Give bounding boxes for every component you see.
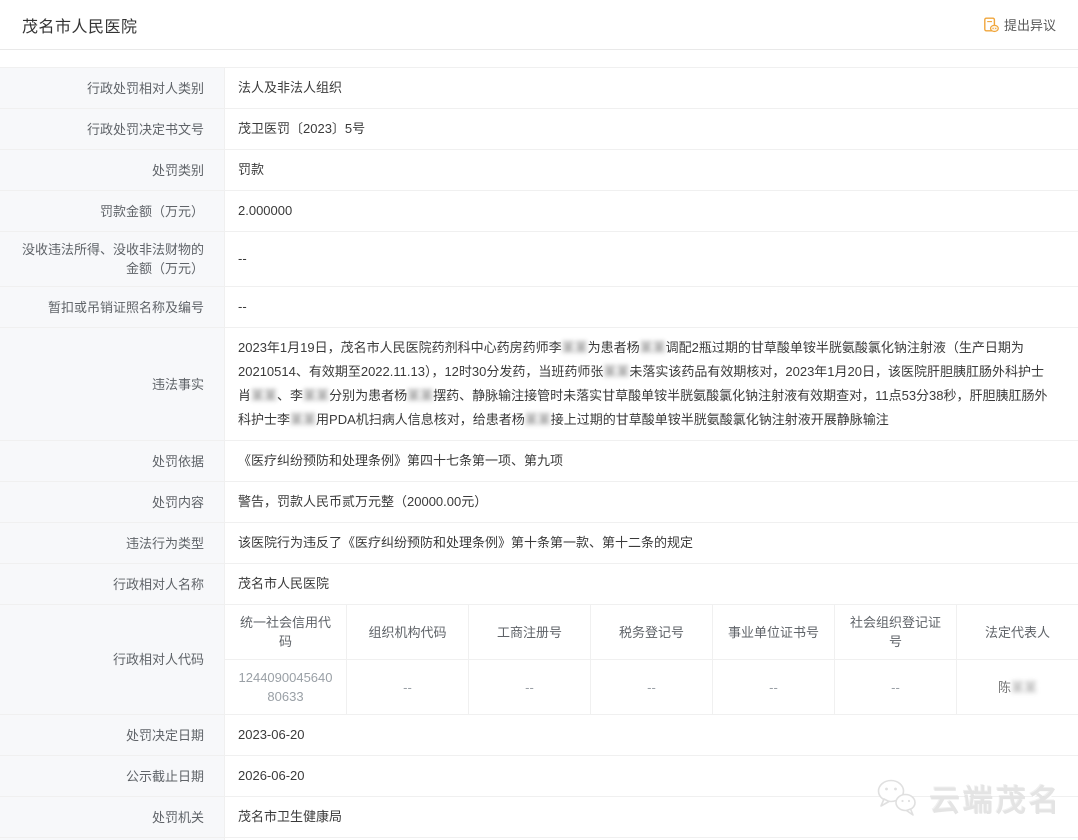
social-org-registration-no: -- <box>835 660 957 714</box>
row-value: 2026-06-20 <box>225 756 1078 796</box>
row-label: 行政处罚决定书文号 <box>0 109 225 149</box>
column-header: 组织机构代码 <box>347 605 469 659</box>
row-label: 违法行为类型 <box>0 523 225 563</box>
column-header: 工商注册号 <box>469 605 591 659</box>
row-penalty-authority: 处罚机关 茂名市卫生健康局 <box>0 797 1078 838</box>
row-penalty-basis: 处罚依据 《医疗纠纷预防和处理条例》第四十七条第一项、第九项 <box>0 441 1078 482</box>
raise-objection-button[interactable]: 提出异议 <box>975 11 1064 38</box>
row-value: 《医疗纠纷预防和处理条例》第四十七条第一项、第九项 <box>225 441 1078 481</box>
row-value: 警告，罚款人民币贰万元整（20000.00元） <box>225 482 1078 522</box>
row-value: 茂卫医罚〔2023〕5号 <box>225 109 1078 149</box>
row-label: 罚款金额（万元） <box>0 191 225 231</box>
party-code-value-row: 124409004564080633 -- -- -- -- -- 陈某某 <box>225 660 1078 714</box>
window-header: 茂名市人民医院 提出异议 <box>0 0 1078 50</box>
party-code-header-row: 统一社会信用代码 组织机构代码 工商注册号 税务登记号 事业单位证书号 社会组织… <box>225 605 1078 660</box>
row-value: -- <box>225 232 1078 286</box>
row-party-type: 行政处罚相对人类别 法人及非法人组织 <box>0 68 1078 109</box>
row-value: 2023年1月19日，茂名市人民医院药剂科中心药房药师李某某为患者杨某某调配2瓶… <box>225 328 1078 440</box>
row-publicity-deadline: 公示截止日期 2026-06-20 <box>0 756 1078 797</box>
column-header: 税务登记号 <box>591 605 713 659</box>
row-penalty-category: 处罚类别 罚款 <box>0 150 1078 191</box>
column-header: 社会组织登记证号 <box>835 605 957 659</box>
raise-objection-label: 提出异议 <box>1004 15 1056 34</box>
violation-facts-text: 2023年1月19日，茂名市人民医院药剂科中心药房药师李某某为患者杨某某调配2瓶… <box>238 336 1054 432</box>
penalty-record-table: 行政处罚相对人类别 法人及非法人组织 行政处罚决定书文号 茂卫医罚〔2023〕5… <box>0 67 1078 840</box>
row-value: 2023-06-20 <box>225 715 1078 755</box>
row-label: 公示截止日期 <box>0 756 225 796</box>
column-header: 事业单位证书号 <box>713 605 835 659</box>
row-label: 处罚依据 <box>0 441 225 481</box>
column-header: 法定代表人 <box>957 605 1078 659</box>
row-value: 茂名市卫生健康局 <box>225 797 1078 837</box>
row-value: -- <box>225 287 1078 327</box>
row-value: 该医院行为违反了《医疗纠纷预防和处理条例》第十条第一款、第十二条的规定 <box>225 523 1078 563</box>
row-party-codes: 行政相对人代码 统一社会信用代码 组织机构代码 工商注册号 税务登记号 事业单位… <box>0 605 1078 715</box>
institution-certificate-no: -- <box>713 660 835 714</box>
row-violation-type: 违法行为类型 该医院行为违反了《医疗纠纷预防和处理条例》第十条第一款、第十二条的… <box>0 523 1078 564</box>
tax-registration-no: -- <box>591 660 713 714</box>
page-title: 茂名市人民医院 <box>22 13 138 37</box>
row-value: 茂名市人民医院 <box>225 564 1078 604</box>
column-header: 统一社会信用代码 <box>225 605 347 659</box>
row-penalty-content: 处罚内容 警告，罚款人民币贰万元整（20000.00元） <box>0 482 1078 523</box>
row-license-revocation: 暂扣或吊销证照名称及编号 -- <box>0 287 1078 328</box>
row-label: 没收违法所得、没收非法财物的金额（万元） <box>0 232 225 286</box>
row-decision-date: 处罚决定日期 2023-06-20 <box>0 715 1078 756</box>
row-label: 违法事实 <box>0 328 225 440</box>
legal-representative: 陈某某 <box>957 660 1078 714</box>
row-fine-amount: 罚款金额（万元） 2.000000 <box>0 191 1078 232</box>
organization-code: -- <box>347 660 469 714</box>
row-violation-facts: 违法事实 2023年1月19日，茂名市人民医院药剂科中心药房药师李某某为患者杨某… <box>0 328 1078 441</box>
row-label: 行政处罚相对人类别 <box>0 68 225 108</box>
row-party-name: 行政相对人名称 茂名市人民医院 <box>0 564 1078 605</box>
objection-document-icon <box>983 17 999 33</box>
row-value: 法人及非法人组织 <box>225 68 1078 108</box>
row-value: 2.000000 <box>225 191 1078 231</box>
party-code-table: 统一社会信用代码 组织机构代码 工商注册号 税务登记号 事业单位证书号 社会组织… <box>225 605 1078 714</box>
row-value: 罚款 <box>225 150 1078 190</box>
row-label: 处罚类别 <box>0 150 225 190</box>
row-label: 行政相对人名称 <box>0 564 225 604</box>
row-label: 暂扣或吊销证照名称及编号 <box>0 287 225 327</box>
business-registration-no: -- <box>469 660 591 714</box>
row-label: 处罚内容 <box>0 482 225 522</box>
row-confiscation-amount: 没收违法所得、没收非法财物的金额（万元） -- <box>0 232 1078 287</box>
row-label: 处罚机关 <box>0 797 225 837</box>
row-label: 处罚决定日期 <box>0 715 225 755</box>
row-decision-doc-no: 行政处罚决定书文号 茂卫医罚〔2023〕5号 <box>0 109 1078 150</box>
row-label: 行政相对人代码 <box>0 605 225 714</box>
unified-social-credit-code: 124409004564080633 <box>225 660 347 714</box>
